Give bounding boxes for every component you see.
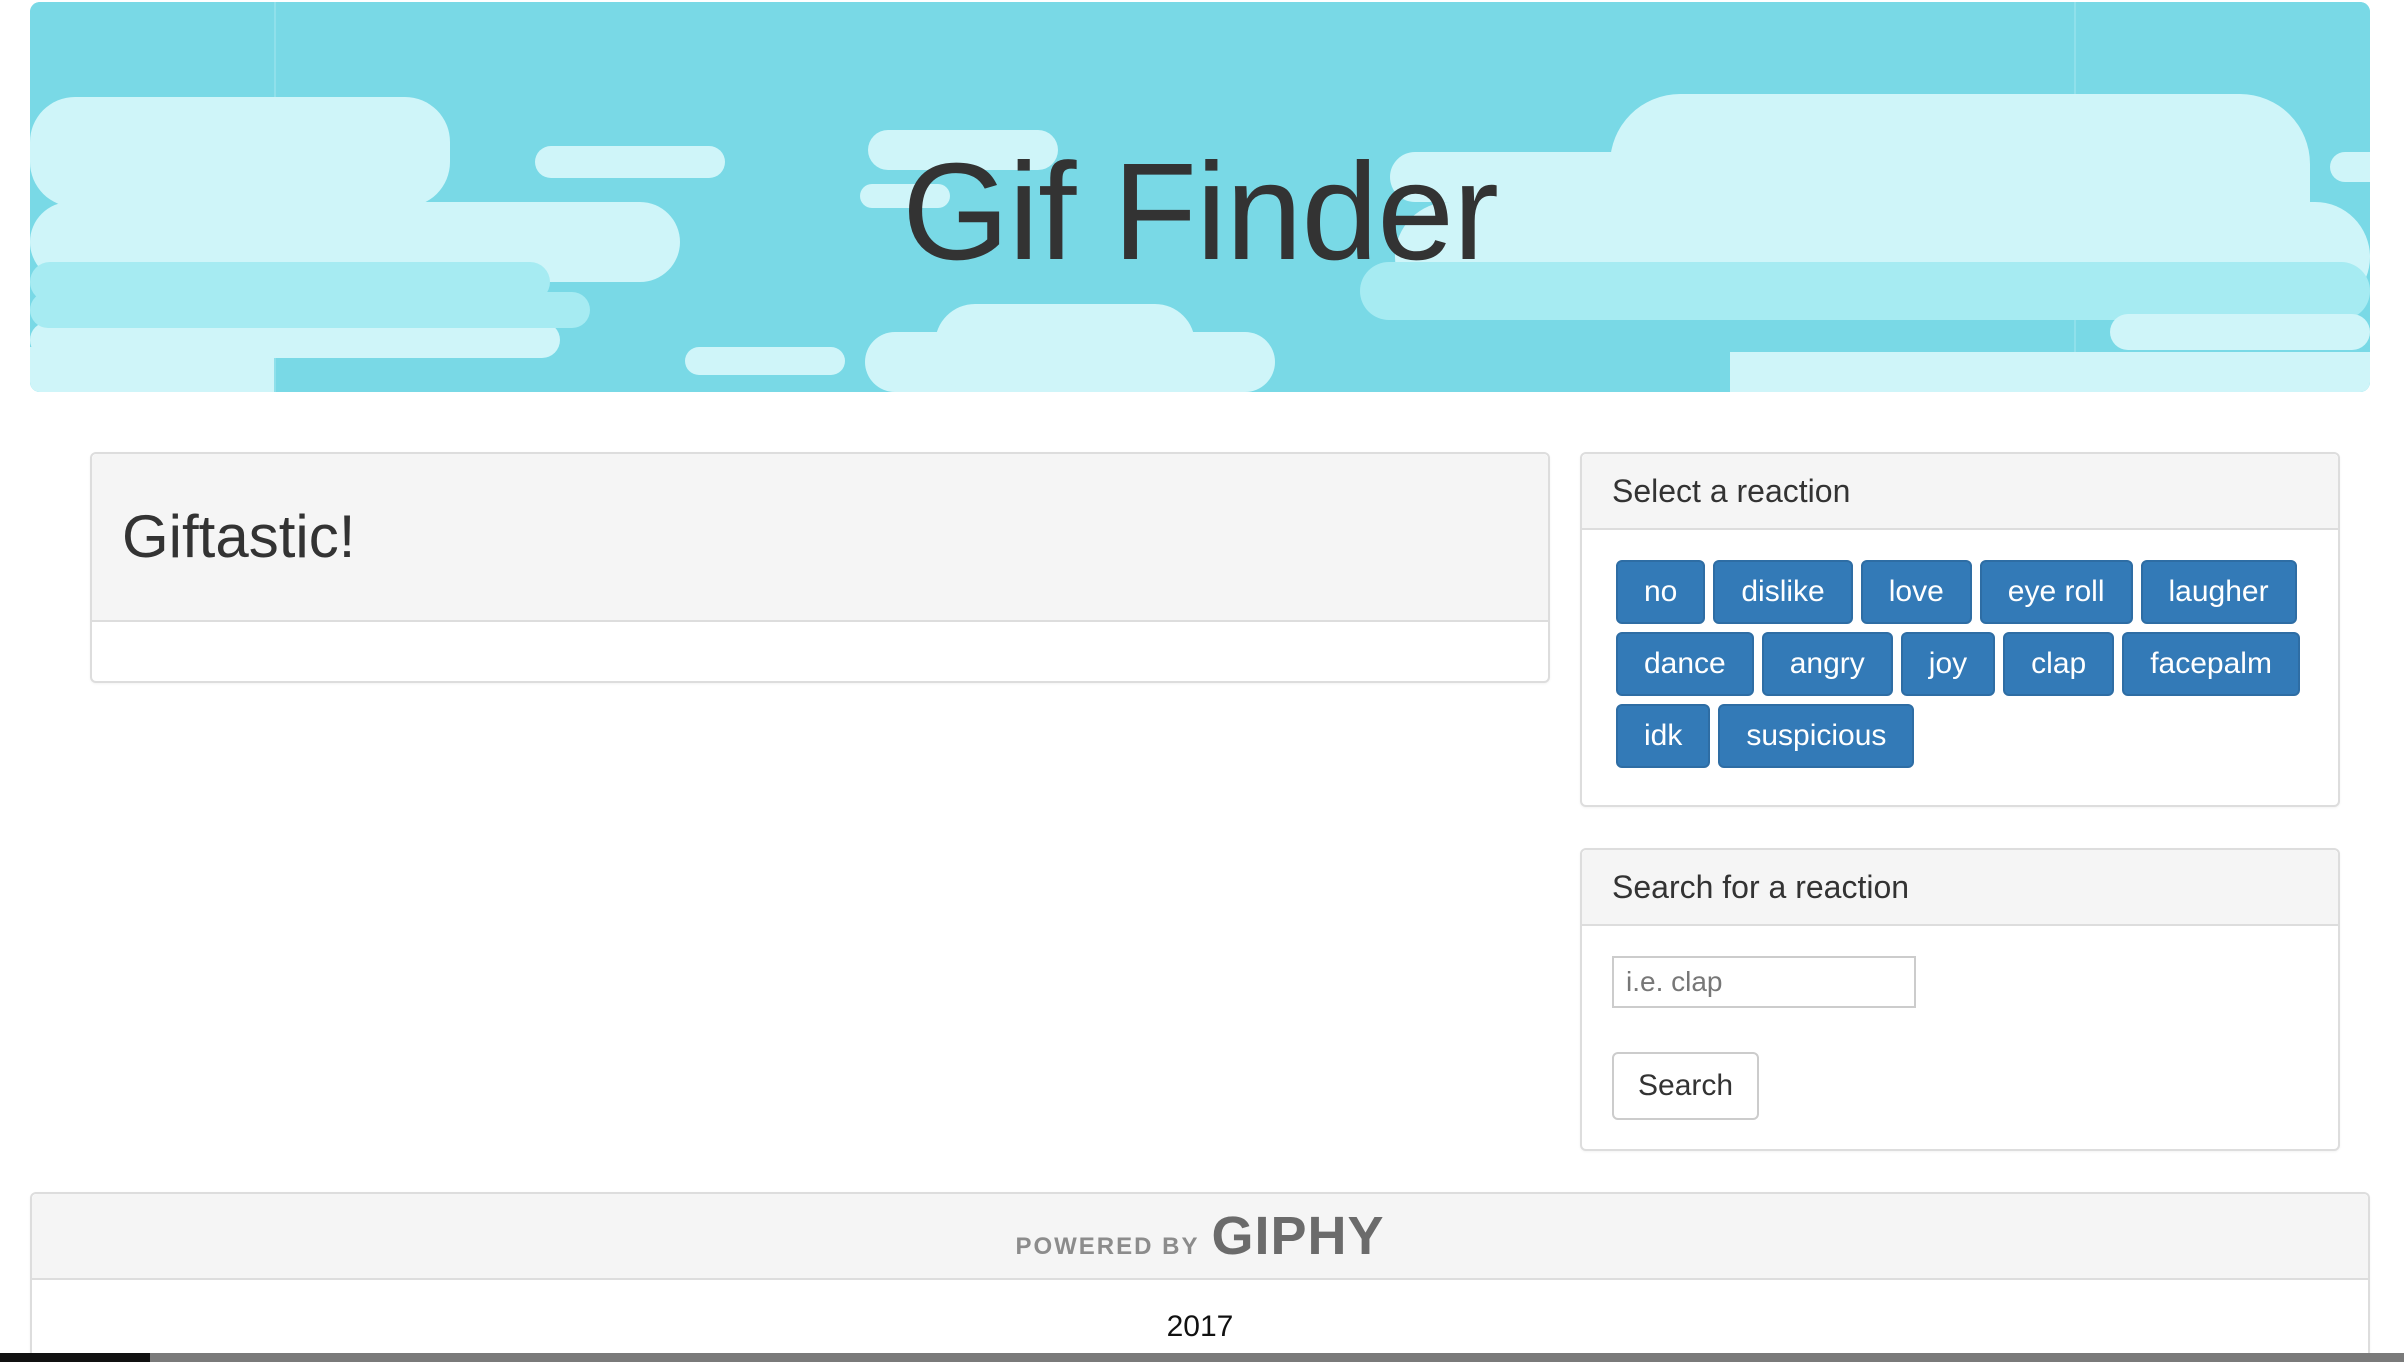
results-title: Giftastic! [122, 503, 356, 570]
window-bottom-edge [0, 1353, 2404, 1362]
search-panel: Search for a reaction Search [1580, 848, 2340, 1151]
search-form: Search [1582, 926, 2338, 1120]
reaction-button-facepalm[interactable]: facepalm [2122, 632, 2300, 696]
reaction-button-laugher[interactable]: laugher [2140, 560, 2297, 624]
window-bottom-corner [0, 1353, 150, 1362]
reaction-button-idk[interactable]: idk [1616, 704, 1711, 768]
reaction-button-eye-roll[interactable]: eye roll [1979, 560, 2133, 624]
hero-banner: Gif Finder [30, 2, 2370, 392]
gif-results-panel: Giftastic! [90, 452, 1550, 683]
footer-heading: POWERED BY GIPHY [32, 1194, 2368, 1280]
search-panel-heading: Search for a reaction [1582, 850, 2338, 926]
reaction-panel-heading: Select a reaction [1582, 454, 2338, 530]
reaction-button-clap[interactable]: clap [2003, 632, 2115, 696]
giphy-logo: POWERED BY GIPHY [1015, 1205, 1384, 1267]
reaction-button-no[interactable]: no [1616, 560, 1706, 624]
reaction-button-joy[interactable]: joy [1900, 632, 1996, 696]
reaction-button-dance[interactable]: dance [1616, 632, 1754, 696]
reaction-button-love[interactable]: love [1860, 560, 1972, 624]
reaction-panel: Select a reaction no dislike love eye ro… [1580, 452, 2340, 807]
reaction-button-dislike[interactable]: dislike [1713, 560, 1853, 624]
reaction-button-group: no dislike love eye roll laugher dance a… [1582, 530, 2338, 768]
search-button[interactable]: Search [1612, 1052, 1760, 1120]
gif-results-heading: Giftastic! [92, 454, 1548, 622]
page-title: Gif Finder [902, 135, 1499, 289]
search-input[interactable] [1612, 956, 1916, 1008]
reaction-button-angry[interactable]: angry [1761, 632, 1893, 696]
footer: POWERED BY GIPHY 2017 [30, 1192, 2370, 1362]
footer-year: 2017 [1166, 1310, 1234, 1343]
reaction-button-suspicious[interactable]: suspicious [1718, 704, 1915, 768]
giphy-brand: GIPHY [1211, 1206, 1385, 1266]
powered-by-text: POWERED BY [1015, 1233, 1200, 1260]
